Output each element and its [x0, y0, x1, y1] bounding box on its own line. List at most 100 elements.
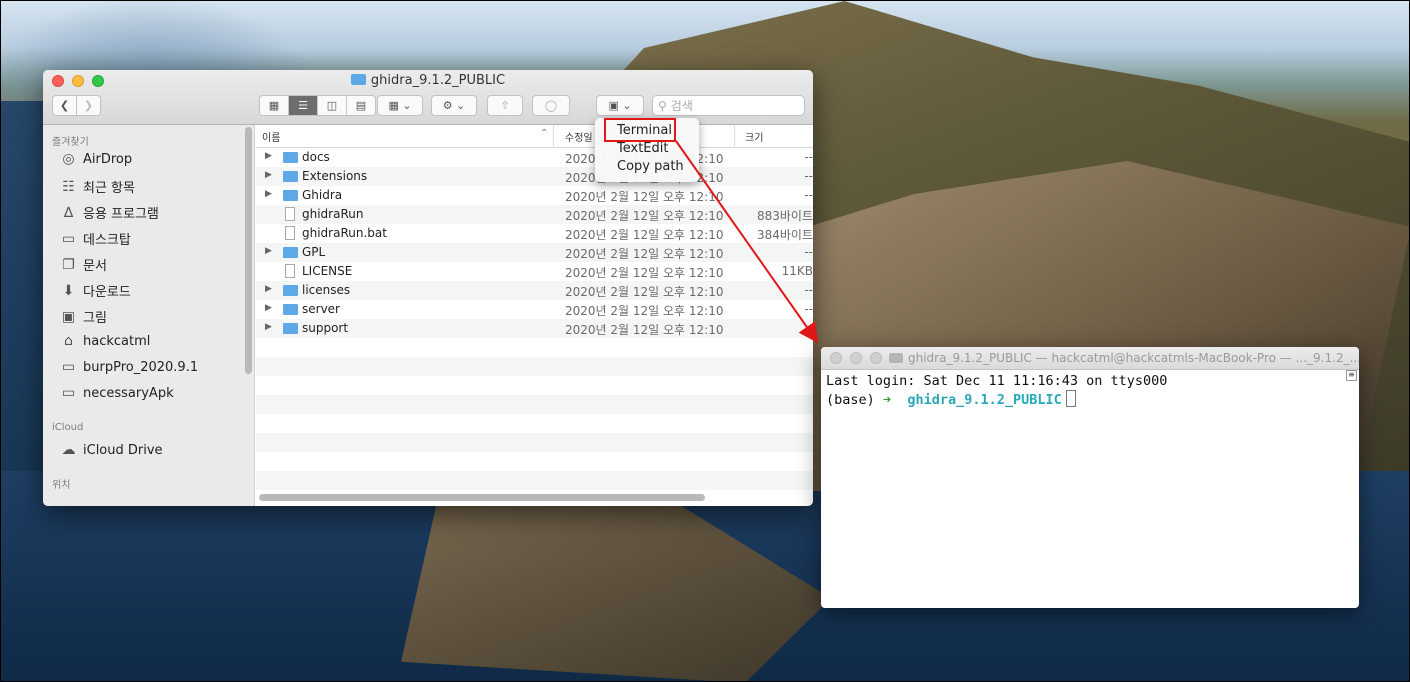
folder-icon — [283, 171, 298, 182]
list-view-icon[interactable]: ☰ — [289, 96, 318, 115]
column-date[interactable]: 수정일 — [565, 129, 593, 144]
sidebar-item-다운로드[interactable]: ⬇ 다운로드 — [60, 281, 131, 301]
file-date: 2020년 2월 12일 오후 12:10 — [565, 228, 724, 242]
sidebar-item-necessaryapk[interactable]: ▭ necessaryApk — [60, 385, 174, 401]
forward-button[interactable]: ❯ — [76, 95, 101, 116]
terminal-content[interactable]: Last login: Sat Dec 11 11:16:43 on ttys0… — [826, 372, 1167, 409]
empty-row — [256, 395, 813, 414]
column-size[interactable]: 크기 — [745, 129, 763, 144]
sidebar-item-그림[interactable]: ▣ 그림 — [60, 307, 107, 327]
table-row[interactable]: ▶ GPL 2020년 2월 12일 오후 12:10 -- — [256, 243, 813, 262]
file-date: 2020년 2월 12일 오후 12:10 — [565, 247, 724, 261]
sidebar-scrollbar[interactable] — [245, 127, 252, 374]
prompt-env: (base) — [826, 392, 875, 408]
table-row[interactable]: ▶ Ghidra 2020년 2월 12일 오후 12:10 -- — [256, 186, 813, 205]
file-name: Extensions — [302, 169, 368, 183]
disclosure-triangle-icon[interactable]: ▶ — [265, 246, 272, 256]
table-row[interactable]: ▶Extensions2020년 2월 12일 오후 12:10-- — [256, 167, 813, 186]
table-row[interactable]: ▶ server 2020년 2월 12일 오후 12:10 -- — [256, 300, 813, 319]
action-button[interactable]: ⚙ ⌄ — [431, 95, 477, 116]
applications-icon: ∆ — [63, 204, 74, 221]
share-icon: ⇧ — [500, 99, 510, 112]
empty-row — [256, 471, 813, 490]
prompt-directory: ghidra_9.1.2_PUBLIC — [907, 392, 1062, 408]
sidebar-item-문서[interactable]: ❐ 문서 — [60, 255, 107, 275]
sidebar-item-데스크탑[interactable]: ▭ 데스크탑 — [60, 229, 131, 249]
sidebar: 즐겨찾기 ◎ AirDrop ☷ 최근 항목 ∆ 응용 프로그램 ▭ 데스크탑 ❐ 문서 ⬇ 다운로드… — [43, 125, 255, 506]
file-size: -- — [804, 188, 813, 202]
disclosure-triangle-icon[interactable]: ▶ — [265, 322, 272, 332]
empty-row — [256, 376, 813, 395]
sidebar-item-icloud-drive[interactable]: ☁ iCloud Drive — [60, 442, 163, 458]
home-icon: ⌂ — [64, 333, 73, 349]
disclosure-triangle-icon[interactable]: ▶ — [265, 284, 272, 294]
table-row[interactable]: LICENSE 2020년 2월 12일 오후 12:10 11KB — [256, 262, 813, 281]
folder-icon — [283, 152, 298, 163]
disclosure-triangle-icon[interactable]: ▶ — [265, 170, 272, 180]
table-row[interactable]: ▶ licenses 2020년 2월 12일 오후 12:10 -- — [256, 281, 813, 300]
text-cursor — [1065, 390, 1076, 407]
share-button[interactable]: ⇧ — [487, 95, 523, 116]
close-button[interactable] — [830, 352, 842, 364]
table-row[interactable]: ▶docs2020년 2월 12일 오후 12:10-- — [256, 148, 813, 167]
last-login-line: Last login: Sat Dec 11 11:16:43 on ttys0… — [826, 373, 1168, 389]
gallery-view-icon[interactable]: ▤ — [347, 96, 375, 115]
file-list: ▶ docs 2020년 2월 12일 오후 12:10 -- ▶ Extensions 2… — [256, 148, 813, 490]
disclosure-triangle-icon[interactable]: ▶ — [265, 189, 272, 199]
document-icon — [285, 264, 295, 278]
file-size: -- — [804, 321, 813, 335]
file-date: 2020년 2월 12일 오후 12:10 — [565, 209, 724, 223]
sidebar-item-burppro-2020-9-1[interactable]: ▭ burpPro_2020.9.1 — [60, 359, 198, 375]
sidebar-item-최근-항목[interactable]: ☷ 최근 항목 — [60, 177, 135, 197]
sidebar-item-airdrop[interactable]: ◎ AirDrop — [60, 151, 132, 167]
airdrop-icon: ◎ — [62, 151, 75, 167]
file-size: -- — [804, 283, 813, 297]
search-field[interactable]: ⚲ 검색 — [652, 95, 805, 116]
file-name: support — [302, 321, 349, 335]
terminal-window-controls — [830, 352, 882, 364]
file-date: 2020년 2월 12일 오후 12:10 — [565, 190, 724, 204]
menu-item-copy-path[interactable]: Copy path — [617, 159, 684, 174]
table-row[interactable]: ▶ support 2020년 2월 12일 오후 12:10 -- — [256, 319, 813, 338]
finder-toolbar: ghidra_9.1.2_PUBLIC ❮ ❯ ▦ ☰ ◫ ▤ ▦ ⌄ ⚙ ⌄ … — [43, 70, 813, 125]
tag-button[interactable]: ◯ — [532, 95, 570, 116]
file-name: ghidraRun.bat — [302, 226, 387, 240]
sidebar-item-응용-프로그램[interactable]: ∆ 응용 프로그램 — [60, 203, 159, 223]
horizontal-scrollbar[interactable] — [259, 494, 705, 501]
menu-item-textedit[interactable]: TextEdit — [617, 141, 668, 156]
terminal-launcher-icon: ▣ ⌄ — [608, 99, 632, 112]
folder-icon — [350, 74, 366, 85]
terminal-title: ghidra_9.1.2_PUBLIC — hackcatml@hackcatm… — [889, 351, 1359, 365]
cloud-icon: ☁ — [61, 442, 76, 458]
file-size: 384바이트 — [756, 228, 813, 242]
empty-row — [256, 433, 813, 452]
file-name: LICENSE — [302, 264, 353, 278]
column-headers: 이름 ⌃ 수정일 크기 — [256, 125, 813, 148]
empty-row — [256, 357, 813, 376]
sidebar-header-locations: 위치 — [52, 480, 71, 491]
file-name: licenses — [302, 283, 351, 297]
column-view-icon[interactable]: ◫ — [318, 96, 347, 115]
table-row[interactable]: ghidraRun.bat 2020년 2월 12일 오후 12:10 384바이트 — [256, 224, 813, 243]
minimize-button[interactable] — [850, 352, 862, 364]
terminal-scroll-icon[interactable]: ≡ — [1346, 370, 1357, 381]
folder-icon: ▭ — [61, 385, 76, 401]
folder-icon — [283, 285, 298, 296]
back-button[interactable]: ❮ — [52, 95, 77, 116]
group-button[interactable]: ▦ ⌄ — [377, 95, 423, 116]
file-name: ghidraRun — [302, 207, 364, 221]
disclosure-triangle-icon[interactable]: ▶ — [265, 151, 272, 161]
table-row[interactable]: ghidraRun 2020년 2월 12일 오후 12:10 883바이트 — [256, 205, 813, 224]
folder-icon — [283, 323, 298, 334]
zoom-button[interactable] — [870, 352, 882, 364]
folder-icon — [889, 353, 903, 363]
open-in-button[interactable]: ▣ ⌄ — [596, 95, 644, 116]
column-name[interactable]: 이름 — [262, 129, 280, 144]
file-size: 11KB — [781, 264, 813, 278]
recents-icon: ☷ — [62, 178, 75, 195]
folder-icon — [283, 304, 298, 315]
disclosure-triangle-icon[interactable]: ▶ — [265, 303, 272, 313]
sidebar-item-hackcatml[interactable]: ⌂ hackcatml — [60, 333, 150, 349]
tag-icon: ◯ — [544, 99, 558, 112]
grid-view-icon[interactable]: ▦ — [260, 96, 289, 115]
